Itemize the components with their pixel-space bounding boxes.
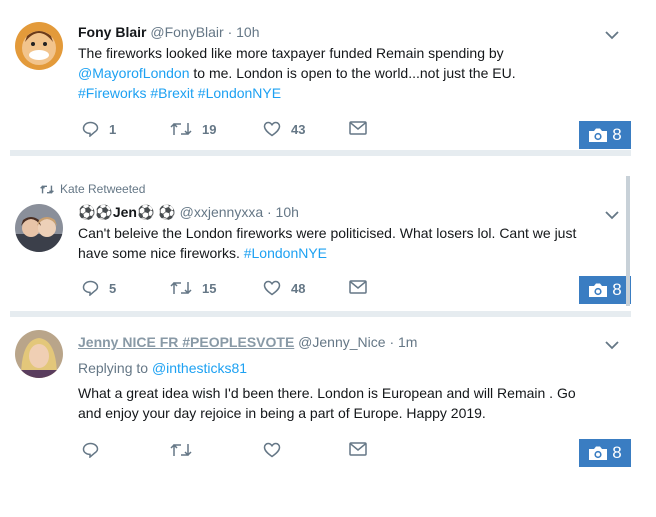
tweet-header: Jenny NICE FR #PEOPLESVOTE @Jenny_Nice ·…: [78, 334, 417, 350]
user-handle[interactable]: @FonyBlair: [150, 24, 223, 40]
tweet-time[interactable]: · 10h: [267, 204, 299, 220]
retweet-button[interactable]: 19: [170, 121, 216, 137]
reply-button[interactable]: 5: [82, 280, 116, 296]
mention-link[interactable]: @MayorofLondon: [78, 65, 190, 81]
like-button[interactable]: 43: [263, 121, 305, 137]
like-count: 48: [291, 280, 306, 296]
tweet-2[interactable]: Kate Retweeted ⚽⚽Jen⚽ ⚽ @xxjennyxxa · 10…: [10, 178, 631, 306]
message-button[interactable]: [349, 121, 367, 135]
hashtag-link[interactable]: #LondonNYE: [244, 245, 327, 261]
tweet-1[interactable]: Fony Blair @FonyBlair · 10h The firework…: [10, 14, 631, 149]
tweet-text-fragment: to me. London is open to the world...not…: [189, 65, 516, 81]
reply-count: 1: [109, 121, 117, 137]
tweet-text-line: The fireworks looked like more taxpayer …: [78, 45, 504, 61]
reply-button[interactable]: 1: [82, 121, 116, 137]
scrollbar[interactable]: [626, 176, 630, 306]
retweet-icon: [170, 281, 192, 295]
retweeted-by[interactable]: Kate Retweeted: [60, 182, 145, 196]
retweet-count: 15: [202, 280, 217, 296]
like-button[interactable]: [263, 442, 281, 458]
display-name[interactable]: ⚽⚽Jen⚽ ⚽: [78, 204, 176, 220]
reply-icon: [82, 280, 99, 296]
display-name[interactable]: Fony Blair: [78, 24, 146, 40]
photo-count: 8: [612, 443, 622, 462]
message-button[interactable]: [349, 280, 367, 294]
retweet-context: Kate Retweeted: [40, 182, 145, 196]
replying-to-label: Replying to: [78, 360, 152, 376]
message-button[interactable]: [349, 442, 367, 456]
tweet-text-line: Can't beleive the London fireworks were …: [78, 225, 577, 241]
reply-icon: [82, 121, 99, 137]
photo-count-badge[interactable]: 8: [579, 276, 631, 304]
camera-icon: [589, 128, 608, 142]
chevron-down-icon[interactable]: [605, 30, 619, 40]
heart-icon: [263, 442, 281, 458]
retweet-icon: [170, 122, 192, 136]
photo-count: 8: [612, 125, 622, 144]
chevron-down-icon[interactable]: [605, 210, 619, 220]
tweet-separator: [10, 150, 631, 156]
like-count: 43: [291, 121, 306, 137]
retweet-button[interactable]: [170, 442, 192, 458]
tweet-time[interactable]: · 10h: [228, 24, 260, 40]
tweet-text: The fireworks looked like more taxpayer …: [78, 43, 618, 103]
display-name[interactable]: Jenny NICE FR #PEOPLESVOTE: [78, 334, 294, 350]
retweet-button[interactable]: 15: [170, 280, 216, 296]
camera-icon: [589, 446, 608, 460]
tweet-text: Can't beleive the London fireworks were …: [78, 223, 618, 263]
user-handle[interactable]: @xxjennyxxa: [180, 204, 263, 220]
photo-count: 8: [612, 280, 622, 299]
tweet-header: Fony Blair @FonyBlair · 10h: [78, 24, 260, 40]
user-handle[interactable]: @Jenny_Nice: [298, 334, 385, 350]
retweet-count: 19: [202, 121, 217, 137]
reply-button[interactable]: [82, 442, 99, 458]
retweet-icon: [170, 443, 192, 457]
camera-icon: [589, 283, 608, 297]
reply-icon: [82, 442, 99, 458]
envelope-icon: [349, 442, 367, 456]
tweet-time[interactable]: · 1m: [389, 334, 417, 350]
avatar[interactable]: [15, 330, 63, 378]
tweet-3[interactable]: Jenny NICE FR #PEOPLESVOTE @Jenny_Nice ·…: [10, 320, 631, 468]
tweet-text-fragment: have some nice fireworks.: [78, 245, 244, 261]
replying-to-link[interactable]: @inthesticks81: [152, 360, 247, 376]
heart-icon: [263, 121, 281, 137]
avatar[interactable]: [15, 204, 63, 252]
tweet-separator: [10, 311, 631, 317]
photo-count-badge[interactable]: 8: [579, 121, 631, 149]
hashtag-links[interactable]: #Fireworks #Brexit #LondonNYE: [78, 83, 618, 103]
tweet-text-line: What a great idea wish I'd been there. L…: [78, 385, 576, 401]
reply-count: 5: [109, 280, 117, 296]
tweet-text-line: have some nice fireworks. #LondonNYE: [78, 243, 618, 263]
chevron-down-icon[interactable]: [605, 340, 619, 350]
retweet-icon: [40, 184, 54, 194]
replying-to: Replying to @inthesticks81: [78, 358, 618, 378]
tweet-text-line: @MayorofLondon to me. London is open to …: [78, 63, 618, 83]
envelope-icon: [349, 121, 367, 135]
tweet-header: ⚽⚽Jen⚽ ⚽ @xxjennyxxa · 10h: [78, 204, 299, 221]
envelope-icon: [349, 280, 367, 294]
tweet-text-line: and enjoy your day rejoice in being a pa…: [78, 405, 486, 421]
avatar[interactable]: [15, 22, 63, 70]
like-button[interactable]: 48: [263, 280, 305, 296]
tweet-text: What a great idea wish I'd been there. L…: [78, 383, 618, 423]
heart-icon: [263, 280, 281, 296]
photo-count-badge[interactable]: 8: [579, 439, 631, 467]
